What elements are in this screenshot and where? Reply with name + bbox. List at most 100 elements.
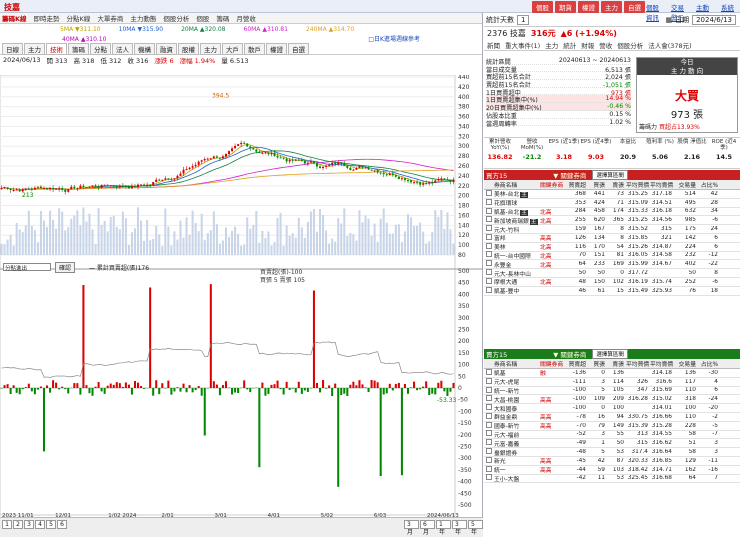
checkbox-icon[interactable] bbox=[486, 466, 492, 472]
checkbox-icon[interactable] bbox=[486, 208, 492, 214]
chart-tab[interactable]: 分點 bbox=[90, 43, 111, 55]
chart-tab[interactable]: 法人 bbox=[112, 43, 133, 55]
buy-range-select[interactable]: 選擇算區間 bbox=[592, 170, 628, 180]
row-checkbox[interactable] bbox=[484, 439, 494, 447]
row-checkbox[interactable] bbox=[484, 457, 494, 465]
row-checkbox[interactable] bbox=[484, 243, 494, 251]
row-checkbox[interactable] bbox=[484, 369, 494, 377]
row-checkbox[interactable] bbox=[484, 269, 494, 277]
top-button[interactable]: 自選 bbox=[624, 1, 645, 13]
row-checkbox[interactable] bbox=[484, 448, 494, 456]
top-button[interactable]: 個股 bbox=[532, 1, 553, 13]
page-button[interactable]: 3 bbox=[24, 520, 34, 529]
branch-select[interactable]: 分點進出 bbox=[3, 263, 51, 271]
top-button[interactable]: 權證 bbox=[578, 1, 599, 13]
checkbox-icon[interactable] bbox=[486, 269, 492, 275]
chart-tab[interactable]: 日線 bbox=[2, 43, 23, 55]
info-tab[interactable]: 新聞 bbox=[487, 40, 500, 50]
row-checkbox[interactable] bbox=[484, 208, 494, 216]
chart-tab[interactable]: 股權 bbox=[178, 43, 199, 55]
main-tab[interactable]: 主力動態 bbox=[130, 13, 156, 23]
info-tab[interactable]: 財報 bbox=[581, 40, 594, 50]
row-checkbox[interactable] bbox=[484, 251, 494, 259]
chart-tab[interactable]: 技術 bbox=[46, 43, 67, 55]
date-input[interactable]: 2024/6/13 bbox=[692, 15, 736, 25]
checkbox-icon[interactable] bbox=[486, 413, 492, 419]
buy-key-broker[interactable]: ▼ 關鍵券商 bbox=[553, 170, 586, 180]
page-button[interactable]: 4 bbox=[35, 520, 45, 529]
checkbox-icon[interactable] bbox=[486, 190, 492, 196]
checkbox-icon[interactable] bbox=[486, 243, 492, 249]
row-checkbox[interactable] bbox=[484, 260, 494, 268]
checkbox-icon[interactable] bbox=[486, 216, 492, 222]
table-row[interactable]: 凱基-豐中466115315.49325.937618 bbox=[484, 287, 740, 296]
page-button[interactable]: 6 bbox=[57, 520, 67, 529]
main-tab[interactable]: 籌碼 bbox=[216, 13, 229, 23]
info-tab[interactable]: 法人會(378元) bbox=[648, 40, 691, 50]
checkbox-icon[interactable] bbox=[486, 404, 492, 410]
checkbox-icon[interactable] bbox=[486, 225, 492, 231]
chart-tab[interactable]: 自選 bbox=[288, 43, 309, 55]
checkbox-icon[interactable] bbox=[486, 369, 492, 375]
row-checkbox[interactable] bbox=[484, 387, 494, 395]
checkbox-icon[interactable] bbox=[486, 234, 492, 240]
page-button[interactable]: 5 bbox=[46, 520, 56, 529]
sell-key-broker[interactable]: ▼ 關鍵券商 bbox=[553, 349, 586, 359]
checkbox-icon[interactable] bbox=[486, 287, 492, 293]
range-button[interactable]: 6月 bbox=[420, 520, 435, 529]
row-checkbox[interactable] bbox=[484, 199, 494, 207]
checkbox-icon[interactable] bbox=[486, 439, 492, 445]
checkbox-icon[interactable] bbox=[486, 278, 492, 284]
row-checkbox[interactable] bbox=[484, 395, 494, 403]
chart-tab[interactable]: 權證 bbox=[266, 43, 287, 55]
row-checkbox[interactable] bbox=[484, 413, 494, 421]
info-tab[interactable]: 主力 bbox=[545, 40, 558, 50]
range-button[interactable]: 3年 bbox=[452, 520, 467, 529]
row-checkbox[interactable] bbox=[484, 404, 494, 412]
period-select[interactable]: 1 bbox=[517, 15, 529, 25]
checkbox-icon[interactable] bbox=[486, 199, 492, 205]
checkbox-icon[interactable] bbox=[486, 260, 492, 266]
checkbox-icon[interactable] bbox=[486, 457, 492, 463]
checkbox-icon[interactable] bbox=[486, 378, 492, 384]
main-tab[interactable]: 個股 bbox=[196, 13, 209, 23]
checkbox-icon[interactable] bbox=[486, 430, 492, 436]
checkbox-icon[interactable] bbox=[486, 387, 492, 393]
sell-range-select[interactable]: 選擇算區間 bbox=[592, 349, 628, 359]
row-checkbox[interactable] bbox=[484, 225, 494, 233]
date-picker[interactable]: ▦ 日期 2024/6/13 bbox=[665, 15, 736, 25]
top-button[interactable]: 期貨 bbox=[555, 1, 576, 13]
row-checkbox[interactable] bbox=[484, 287, 494, 295]
main-tab[interactable]: 分點K線 bbox=[67, 13, 91, 23]
checkbox-icon[interactable] bbox=[486, 448, 492, 454]
main-tab[interactable]: 月營收 bbox=[236, 13, 256, 23]
range-button[interactable]: 1年 bbox=[436, 520, 451, 529]
main-tab[interactable]: 籌碼K線 bbox=[2, 13, 27, 23]
info-tab[interactable]: 營收 bbox=[599, 40, 612, 50]
page-button[interactable]: 1 bbox=[2, 520, 12, 529]
info-tab[interactable]: 重大事件(1) bbox=[505, 40, 540, 50]
row-checkbox[interactable] bbox=[484, 422, 494, 430]
page-button[interactable]: 2 bbox=[13, 520, 23, 529]
range-button[interactable]: 3月 bbox=[404, 520, 419, 529]
checkbox-icon[interactable] bbox=[486, 474, 492, 480]
main-tab[interactable]: 個股分析 bbox=[163, 13, 189, 23]
chart-tab[interactable]: 融資 bbox=[156, 43, 177, 55]
info-tab[interactable]: 統計 bbox=[563, 40, 576, 50]
row-checkbox[interactable] bbox=[484, 234, 494, 242]
row-checkbox[interactable] bbox=[484, 216, 494, 224]
range-button[interactable]: 5年 bbox=[468, 520, 483, 529]
row-checkbox[interactable] bbox=[484, 430, 494, 438]
table-row[interactable]: 王小-大盤-421153325.45316.68647 bbox=[484, 475, 740, 484]
calendar-icon[interactable]: ▦ bbox=[665, 16, 672, 24]
row-checkbox[interactable] bbox=[484, 474, 494, 482]
row-checkbox[interactable] bbox=[484, 466, 494, 474]
chart-tab[interactable]: 主力 bbox=[24, 43, 45, 55]
row-checkbox[interactable] bbox=[484, 278, 494, 286]
chart-tab[interactable]: 主力 bbox=[200, 43, 221, 55]
chart-tab[interactable]: 籌碼 bbox=[68, 43, 89, 55]
row-checkbox[interactable] bbox=[484, 378, 494, 386]
chart-tab[interactable]: 散戶 bbox=[244, 43, 265, 55]
checkbox-icon[interactable] bbox=[486, 251, 492, 257]
row-checkbox[interactable] bbox=[484, 190, 494, 198]
